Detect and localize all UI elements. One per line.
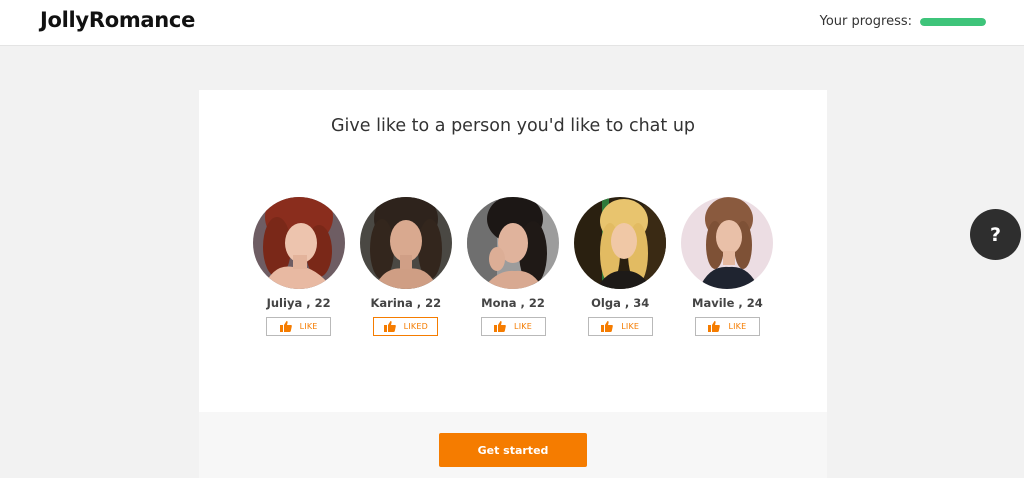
person-card: Mona , 22 LIKE — [459, 197, 566, 336]
like-button[interactable]: LIKE — [587, 317, 653, 336]
help-button[interactable]: ? — [970, 209, 1021, 260]
person-name: Karina , 22 — [370, 296, 442, 310]
like-label: LIKE — [621, 322, 640, 331]
profile-photo[interactable] — [574, 197, 667, 289]
question-mark-icon: ? — [989, 223, 1002, 246]
person-name: Mavile , 24 — [692, 296, 763, 310]
thumbs-up-icon — [279, 321, 292, 332]
progress-label: Your progress: — [819, 14, 912, 29]
person-card: Mavile , 24 LIKE — [674, 197, 781, 336]
profile-photo[interactable] — [467, 197, 559, 289]
liked-button[interactable]: LIKED — [373, 317, 439, 336]
like-label: LIKE — [299, 322, 318, 331]
person-card: Olga , 34 LIKE — [567, 197, 674, 336]
like-button[interactable]: LIKE — [266, 317, 332, 336]
progress-indicator: Your progress: — [820, 14, 986, 29]
thumbs-up-icon — [494, 321, 506, 332]
thumbs-up-icon — [383, 321, 396, 332]
get-started-button[interactable]: Get started — [439, 433, 587, 467]
like-label: LIKE — [728, 322, 747, 331]
thumbs-up-icon — [708, 321, 721, 332]
profile-photo[interactable] — [252, 197, 345, 289]
person-name: Olga , 34 — [591, 296, 650, 310]
logo[interactable]: JollyRomance — [40, 8, 195, 32]
person-name: Juliya , 22 — [266, 296, 331, 310]
like-button[interactable]: LIKE — [694, 317, 760, 336]
like-label: LIKE — [514, 322, 532, 331]
progress-bar — [920, 17, 986, 26]
like-label: LIKED — [403, 322, 428, 331]
person-name: Mona , 22 — [481, 296, 545, 310]
like-button[interactable]: LIKE — [480, 317, 546, 336]
profile-photo[interactable] — [359, 197, 452, 289]
top-header: JollyRomance Your progress: — [0, 0, 1024, 46]
page-title: Give like to a person you'd like to chat… — [330, 116, 696, 136]
like-selection-card: Give like to a person you'd like to chat… — [199, 90, 827, 478]
profile-photo[interactable] — [681, 197, 774, 289]
progress-fill — [920, 17, 986, 26]
people-list: Juliya , 22 LIKE Karina , 22 LIKED Mona … — [245, 197, 781, 336]
person-card: Juliya , 22 LIKE — [245, 197, 352, 336]
card-footer: Get started — [199, 412, 827, 478]
person-card: Karina , 22 LIKED — [352, 197, 459, 336]
thumbs-up-icon — [601, 321, 614, 332]
